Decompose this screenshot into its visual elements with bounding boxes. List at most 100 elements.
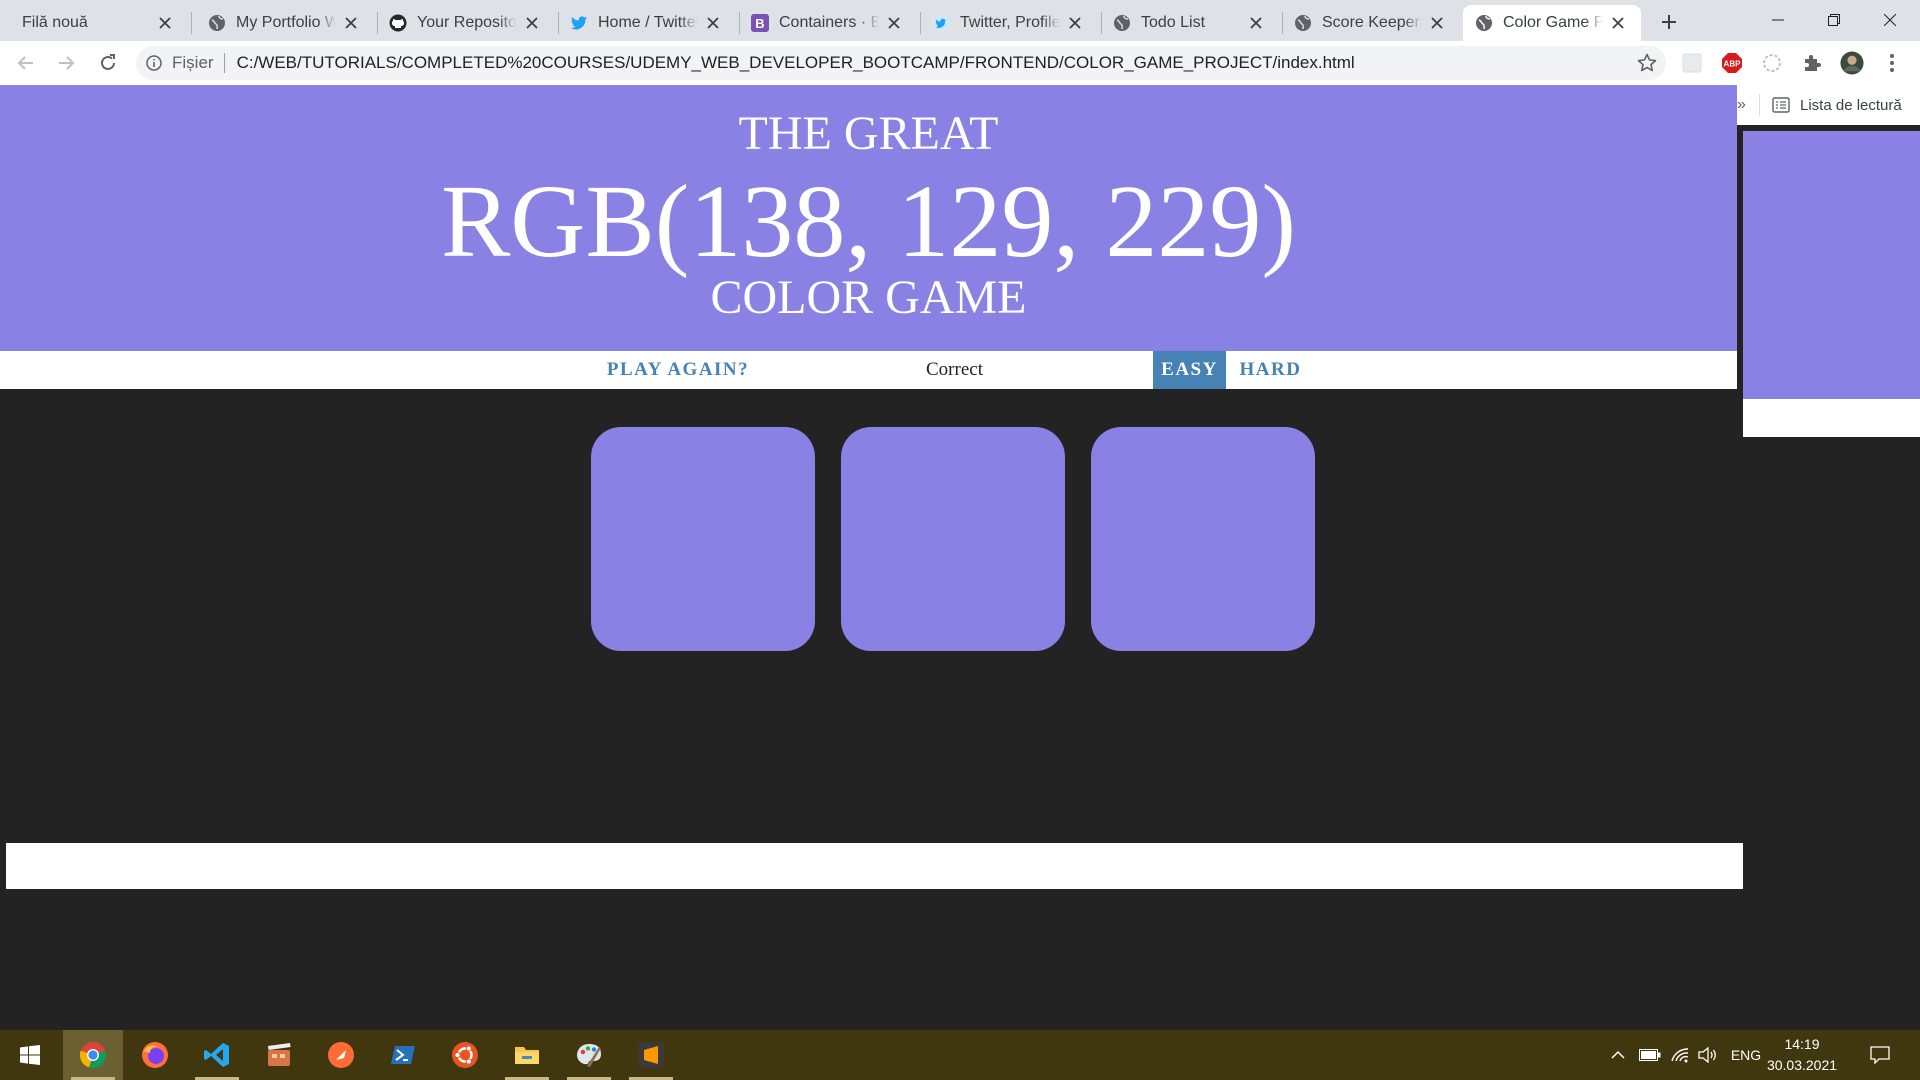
- notifications-icon[interactable]: [1860, 1030, 1900, 1080]
- extension-blank-icon[interactable]: [1680, 51, 1704, 75]
- twitter-circle-icon: [932, 14, 950, 32]
- reading-list-icon: [1772, 96, 1790, 114]
- close-icon[interactable]: [156, 14, 174, 32]
- plus-icon: [1662, 15, 1676, 29]
- color-square-1[interactable]: [591, 427, 815, 651]
- easy-mode-button[interactable]: EASY: [1153, 351, 1226, 389]
- browser-toolbar: Fișier C:/WEB/TUTORIALS/COMPLETED%20COUR…: [0, 41, 1920, 85]
- video-editor-icon[interactable]: [249, 1030, 309, 1080]
- new-tab-button[interactable]: [1656, 9, 1682, 35]
- tab-score-keeper[interactable]: Score Keeper: [1282, 5, 1460, 41]
- tab-title: Score Keeper: [1322, 14, 1420, 31]
- scheme-label: Fișier: [172, 53, 214, 72]
- close-icon[interactable]: [704, 14, 722, 32]
- tab-containers-bootstrap[interactable]: B Containers · Bootstrap: [739, 5, 917, 41]
- windows-taskbar: ENG 14:19 30.03.2021: [0, 1030, 1920, 1080]
- close-icon: [1884, 14, 1896, 26]
- extensions-puzzle-icon[interactable]: [1800, 51, 1824, 75]
- tab-my-portfolio[interactable]: My Portfolio Website: [196, 5, 374, 41]
- firefox-icon[interactable]: [125, 1030, 185, 1080]
- battery-icon[interactable]: [1636, 1030, 1664, 1080]
- hard-mode-button[interactable]: HARD: [1226, 351, 1315, 389]
- minimize-button[interactable]: [1750, 0, 1806, 40]
- close-window-button[interactable]: [1862, 0, 1918, 40]
- game-header: THE GREAT RGB(138, 129, 229) COLOR GAME: [0, 85, 1737, 351]
- back-button[interactable]: [10, 47, 42, 79]
- tab-color-game-project[interactable]: Color Game Project: [1463, 5, 1641, 41]
- adblock-plus-icon[interactable]: ABP: [1720, 51, 1744, 75]
- windows-start-icon[interactable]: [0, 1030, 60, 1080]
- color-square-3[interactable]: [1091, 427, 1315, 651]
- header-title-top: THE GREAT: [738, 107, 999, 160]
- close-icon[interactable]: [1247, 14, 1265, 32]
- game-message: Correct: [926, 359, 983, 380]
- system-clock[interactable]: 14:19 30.03.2021: [1760, 1034, 1844, 1076]
- bootstrap-icon: B: [751, 14, 769, 32]
- minimize-icon: [1772, 19, 1784, 21]
- render-artifact-header: [1743, 131, 1920, 399]
- powershell-icon[interactable]: [373, 1030, 433, 1080]
- page-content: » Lista de lectură THE GREAT RGB(138, 12…: [0, 85, 1920, 1030]
- chrome-icon[interactable]: [63, 1030, 123, 1080]
- url-text[interactable]: C:/WEB/TUTORIALS/COMPLETED%20COURSES/UDE…: [237, 53, 1355, 73]
- tab-title: Twitter, Profile: [960, 14, 1060, 31]
- tab-home-twitter[interactable]: Home / Twitter: [558, 5, 736, 41]
- tab-title: My Portfolio Website: [236, 14, 336, 31]
- close-icon[interactable]: [1428, 14, 1446, 32]
- close-icon[interactable]: [885, 14, 903, 32]
- tab-title: Todo List: [1141, 14, 1206, 31]
- bookmark-star-icon[interactable]: [1636, 52, 1658, 74]
- color-square-2[interactable]: [841, 427, 1065, 651]
- tab-strip: Filă nouă My Portfolio Website Your Repo…: [0, 0, 1920, 41]
- tab-title: Your Repositories: [417, 14, 517, 31]
- site-info[interactable]: Fișier: [146, 53, 214, 73]
- clock-time: 14:19: [1784, 1036, 1820, 1052]
- github-icon: [389, 14, 407, 32]
- close-icon[interactable]: [523, 14, 541, 32]
- render-artifact-stripe: [1743, 399, 1920, 437]
- close-icon[interactable]: [1609, 14, 1627, 32]
- reading-list-button[interactable]: Lista de lectură: [1800, 97, 1902, 114]
- forward-button[interactable]: [50, 47, 82, 79]
- volume-icon[interactable]: [1694, 1030, 1722, 1080]
- header-title-bottom: COLOR GAME: [710, 271, 1027, 324]
- target-color-display: RGB(138, 129, 229): [440, 164, 1297, 279]
- close-icon[interactable]: [1066, 14, 1084, 32]
- play-again-button[interactable]: PLAY AGAIN?: [596, 351, 760, 389]
- twitter-icon: [570, 14, 588, 32]
- reload-icon: [101, 54, 115, 70]
- extension-gray-icon[interactable]: [1760, 51, 1784, 75]
- svg-text:ABP: ABP: [1724, 60, 1742, 69]
- vscode-icon[interactable]: [187, 1030, 247, 1080]
- tab-twitter-profile[interactable]: Twitter, Profile: [920, 5, 1098, 41]
- game-controls-stripe: PLAY AGAIN? Correct EASY HARD: [0, 351, 1737, 389]
- file-explorer-icon[interactable]: [497, 1030, 557, 1080]
- globe-icon: [208, 14, 226, 32]
- restore-button[interactable]: [1806, 0, 1862, 40]
- tab-title: Color Game Project: [1503, 14, 1603, 31]
- profile-avatar[interactable]: [1840, 51, 1864, 75]
- postman-icon[interactable]: [311, 1030, 371, 1080]
- paint-icon[interactable]: [559, 1030, 619, 1080]
- arrow-right-icon: [59, 56, 75, 70]
- svg-text:B: B: [755, 16, 764, 31]
- tab-todo-list[interactable]: Todo List: [1101, 5, 1279, 41]
- chevron-up-icon[interactable]: [1604, 1030, 1632, 1080]
- reload-button[interactable]: [92, 47, 124, 79]
- sublime-icon[interactable]: [621, 1030, 681, 1080]
- address-bar[interactable]: Fișier C:/WEB/TUTORIALS/COMPLETED%20COUR…: [136, 46, 1666, 80]
- globe-icon: [1294, 14, 1312, 32]
- menu-kebab-icon[interactable]: [1880, 51, 1904, 75]
- restore-icon: [1828, 14, 1840, 26]
- language-indicator[interactable]: ENG: [1728, 1030, 1764, 1080]
- bookmarks-separator: [1759, 94, 1760, 116]
- tab-title: Filă nouă: [22, 14, 88, 31]
- tab-separator: [191, 12, 192, 34]
- wifi-icon[interactable]: [1666, 1030, 1694, 1080]
- tab-your-repositories[interactable]: Your Repositories: [377, 5, 555, 41]
- close-icon[interactable]: [342, 14, 360, 32]
- ubuntu-icon[interactable]: [435, 1030, 495, 1080]
- bookmarks-overflow-chevron[interactable]: »: [1737, 96, 1753, 114]
- tab-title: Containers · Bootstrap: [779, 14, 879, 31]
- tab-new-tab[interactable]: Filă nouă: [10, 5, 188, 41]
